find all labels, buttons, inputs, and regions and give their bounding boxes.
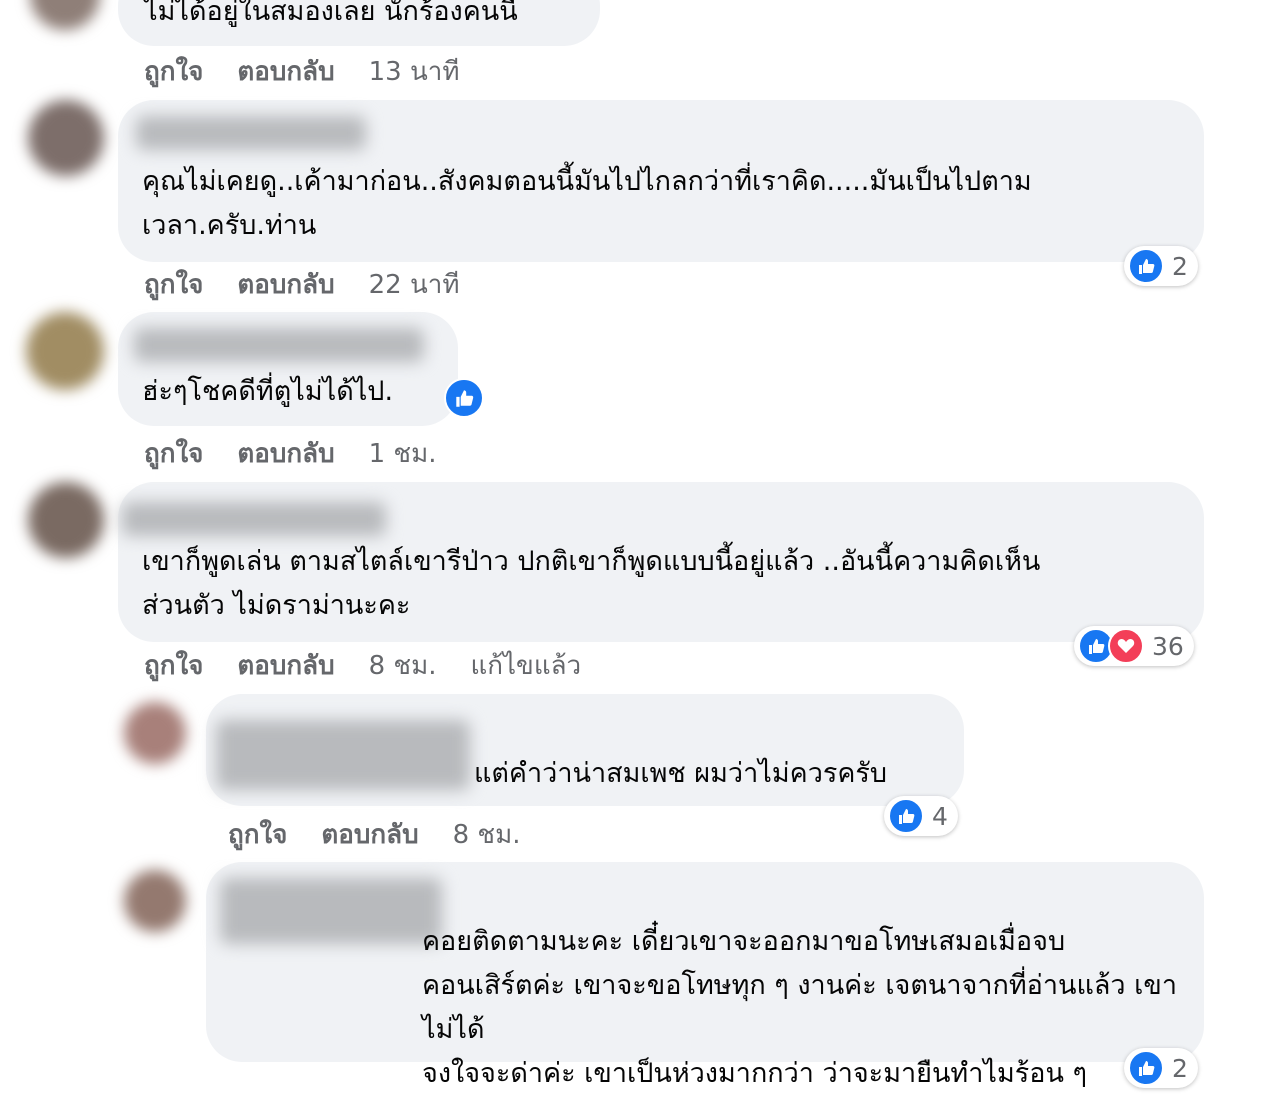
thumbs-up-emoji-icon [444,378,484,418]
like-button[interactable]: ถูกใจ [144,57,203,87]
comment-actions: ถูกใจ ตอบกลับ 8 ชม. [228,817,554,853]
reaction-count: 2 [1172,1053,1188,1083]
timestamp[interactable]: 1 ชม. [369,439,437,469]
comment-text: แต่คำว่าน่าสมเพช ผมว่าไม่ควรครับ [474,758,888,789]
reaction-count: 36 [1152,631,1184,661]
reaction-summary[interactable]: 36 [1074,626,1194,666]
avatar[interactable] [30,0,100,30]
comment-text: ไม่ได้อยู่ในสมองเลย นักร้องคนนี้ [144,0,518,27]
avatar[interactable] [28,482,104,558]
reaction-count: 4 [932,801,948,831]
author-name-blurred[interactable] [216,720,470,790]
reply-button[interactable]: ตอบกลับ [237,439,334,469]
like-button[interactable]: ถูกใจ [144,651,203,681]
like-button[interactable]: ถูกใจ [144,439,203,469]
reaction-summary[interactable]: 2 [1124,246,1198,286]
author-name-blurred[interactable] [220,878,442,944]
timestamp[interactable]: 13 นาที [369,57,460,87]
comment-text: ฮ่ะๆโชคดีที่ตูไม่ได้ไป. [142,376,394,407]
reply-button[interactable]: ตอบกลับ [237,270,334,300]
thumbs-up-icon [1128,248,1164,284]
comment-text: คอยติดตามนะคะ เดี๋ยวเขาจะออกมาขอโทษเสมอเ… [422,926,1178,1089]
reaction-summary[interactable]: 4 [884,796,958,836]
like-button[interactable]: ถูกใจ [144,270,203,300]
comment-actions: ถูกใจ ตอบกลับ 8 ชม. แก้ไขแล้ว [144,648,615,684]
reaction-summary[interactable]: 2 [1124,1048,1198,1088]
timestamp[interactable]: 8 ชม. [369,651,437,681]
comment-text: เขาก็พูดเล่น ตามสไตล์เขารีป่าว ปกติเขาก็… [142,546,1041,621]
author-name-blurred[interactable] [136,116,366,150]
comment-actions: ถูกใจ ตอบกลับ 1 ชม. [144,436,470,472]
reply-bubble: คอยติดตามนะคะ เดี๋ยวเขาจะออกมาขอโทษเสมอเ… [206,862,1204,1089]
thumbs-up-icon [1128,1050,1164,1086]
heart-icon [1108,628,1144,664]
avatar[interactable] [124,870,186,932]
reply-button[interactable]: ตอบกลับ [321,820,418,850]
author-name-blurred[interactable] [122,502,386,536]
reply-button[interactable]: ตอบกลับ [237,57,334,87]
comment-bubble: เขาก็พูดเล่น ตามสไตล์เขารีป่าว ปกติเขาก็… [118,482,1204,642]
comment-bubble: ไม่ได้อยู่ในสมองเลย นักร้องคนนี้ [118,0,600,46]
edited-label: แก้ไขแล้ว [470,651,582,681]
comment-bubble: คุณไม่เคยดู..เค้ามาก่อน..สังคมตอนนี้มันไ… [118,100,1204,262]
reply-button[interactable]: ตอบกลับ [237,651,334,681]
avatar[interactable] [26,312,104,390]
reaction-count: 2 [1172,251,1188,281]
comment-bubble: ฮ่ะๆโชคดีที่ตูไม่ได้ไป. [118,312,458,426]
timestamp[interactable]: 8 ชม. [453,820,521,850]
thumbs-up-icon [888,798,924,834]
comment-text: คุณไม่เคยดู..เค้ามาก่อน..สังคมตอนนี้มันไ… [142,166,1032,241]
comment-actions: ถูกใจ ตอบกลับ 13 นาที [144,54,493,90]
timestamp[interactable]: 22 นาที [369,270,460,300]
author-name-blurred[interactable] [134,328,424,362]
like-button[interactable]: ถูกใจ [228,820,287,850]
reply-bubble: แต่คำว่าน่าสมเพช ผมว่าไม่ควรครับ [206,694,964,806]
avatar[interactable] [28,100,104,176]
comment-actions: ถูกใจ ตอบกลับ 22 นาที [144,267,493,303]
avatar[interactable] [124,702,186,764]
